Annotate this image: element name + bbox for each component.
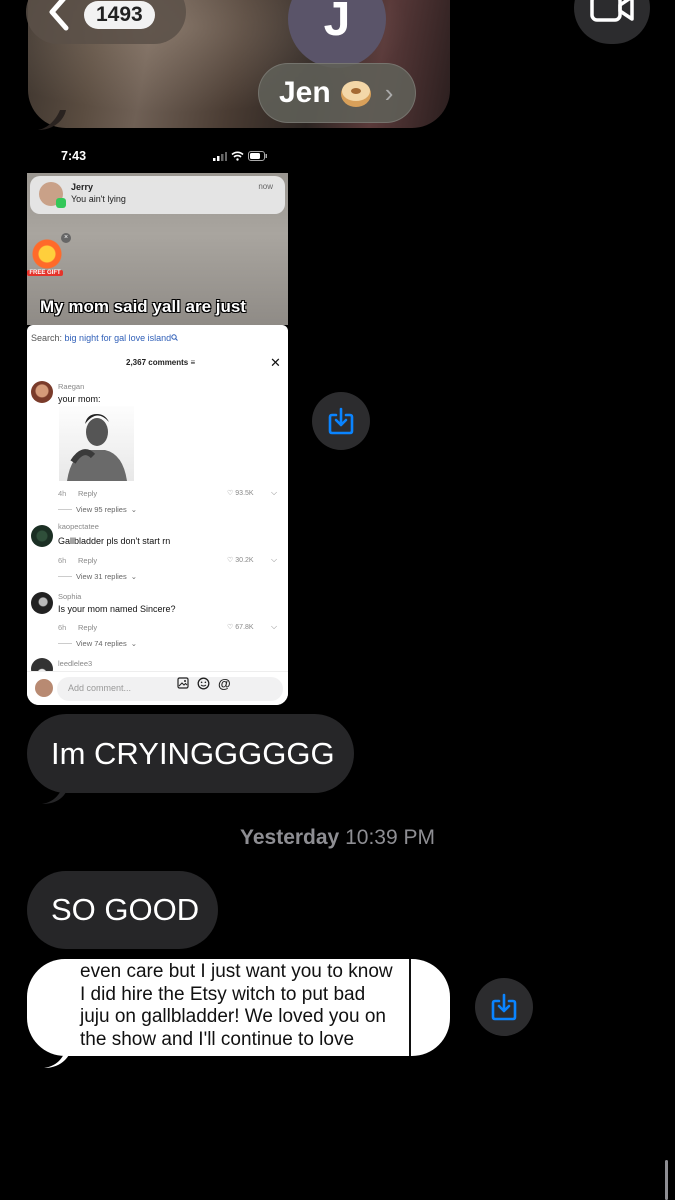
comment-text: your mom: [58,394,101,404]
reply-button[interactable]: Reply [78,623,97,632]
message-text: Im CRYINGGGGGG [51,735,335,771]
filter-icon: ≡ [190,358,196,367]
comment-age: 6h [58,623,67,632]
comment-avatar[interactable] [31,381,53,403]
heart-icon: ♡ [227,624,234,631]
notification-avatar [39,182,66,208]
view-replies-button[interactable]: View 31 replies ⌄ [58,572,137,581]
add-comment-placeholder: Add comment... [68,683,132,693]
signal-icon [213,151,227,161]
contact-name: Jen [279,76,331,109]
quoted-message-text: even care but I just want you to know I … [80,961,393,1050]
message-timestamp: Yesterday 10:39 PM [240,826,435,849]
dislike-icon[interactable]: ⌵ [271,488,277,498]
unread-count-badge: 1493 [84,1,155,29]
download-icon [491,993,517,1021]
mention-icon[interactable]: @ [218,677,231,693]
contact-name-button[interactable]: Jen › [258,63,416,123]
like-button[interactable]: ♡ 67.8K [227,623,254,632]
screenshot-image[interactable]: 7:43 Jerry You ain't lying now × FREE GI… [27,143,288,705]
gift-label: FREE GIFT [27,270,63,276]
video-call-button[interactable] [574,0,650,44]
messages-app-icon [56,198,66,208]
add-comment-input[interactable]: Add comment... [57,677,283,701]
back-button[interactable]: 1493 [26,0,186,44]
status-time: 7:43 [61,149,87,163]
wifi-icon [231,151,244,161]
comment-text: Is your mom named Sincere? [58,604,176,614]
add-comment-bar: Add comment... @ [27,671,288,705]
video-camera-icon [590,0,634,22]
status-bar: 7:43 [27,143,288,173]
comment-text: Gallbladder pls don't start rn [58,536,171,546]
avatar-initial: J [323,0,351,46]
reply-button[interactable]: Reply [78,489,97,498]
close-icon[interactable]: × [61,233,71,243]
dislike-icon[interactable]: ⌵ [271,622,277,632]
message-notification[interactable]: Jerry You ain't lying now [30,176,285,214]
message-text: SO GOOD [51,892,200,927]
like-button[interactable]: ♡ 30.2K [227,556,254,565]
bubble-tail [42,780,70,804]
view-replies-button[interactable]: View 74 replies ⌄ [58,639,137,648]
emoji-icon[interactable] [197,677,210,693]
download-icon [328,407,354,435]
save-image-button[interactable] [312,392,370,450]
chevron-down-icon: ⌄ [130,572,138,581]
notification-message: You ain't lying [71,194,126,204]
notification-time: now [258,182,273,191]
comment-username[interactable]: leedlelee3 [58,659,92,668]
close-comments-button[interactable]: ✕ [270,355,281,371]
comments-count: 2,367 comments ≡ [126,358,196,367]
message-bubble[interactable]: SO GOOD [27,871,218,949]
quoted-message-image[interactable]: even care but I just want you to know I … [27,959,450,1056]
comment-avatar[interactable] [31,592,53,614]
battery-icon [248,151,267,161]
heart-icon: ♡ [227,490,234,497]
message-bubble[interactable]: Im CRYINGGGGGG [27,714,354,793]
comment-photo[interactable] [59,406,134,481]
avatar [35,679,53,697]
comment-username[interactable]: Raegan [58,382,84,391]
bagel-emoji-icon [340,81,371,107]
dislike-icon[interactable]: ⌵ [271,555,277,565]
like-button[interactable]: ♡ 93.5K [227,489,254,498]
scrollbar[interactable] [665,1160,668,1200]
notification-sender: Jerry [71,182,94,192]
comment-avatar[interactable] [31,525,53,547]
search-label: Search: [31,333,63,343]
search-suggestion[interactable]: Search: big night for gal love island [31,333,178,343]
comment-age: 4h [58,489,67,498]
heart-icon: ♡ [227,557,234,564]
chevron-down-icon: ⌄ [130,505,138,514]
bubble-tail [38,110,66,130]
divider [409,959,411,1056]
chevron-down-icon: ⌄ [130,639,138,648]
view-replies-button[interactable]: View 95 replies ⌄ [58,505,137,514]
video-caption: My mom said yall are just [40,297,246,316]
search-query: big night for gal love island [64,333,172,343]
chevron-left-icon [49,0,69,31]
search-icon [171,334,178,341]
image-icon[interactable] [177,677,189,693]
comment-age: 6h [58,556,67,565]
bubble-tail [44,1040,74,1068]
chevron-right-icon: › [384,77,394,108]
reply-button[interactable]: Reply [78,556,97,565]
comment-username[interactable]: Sophia [58,592,81,601]
comments-panel: Search: big night for gal love island 2,… [27,325,288,705]
save-image-button[interactable] [475,978,533,1036]
comment-username[interactable]: kaopectatee [58,522,99,531]
